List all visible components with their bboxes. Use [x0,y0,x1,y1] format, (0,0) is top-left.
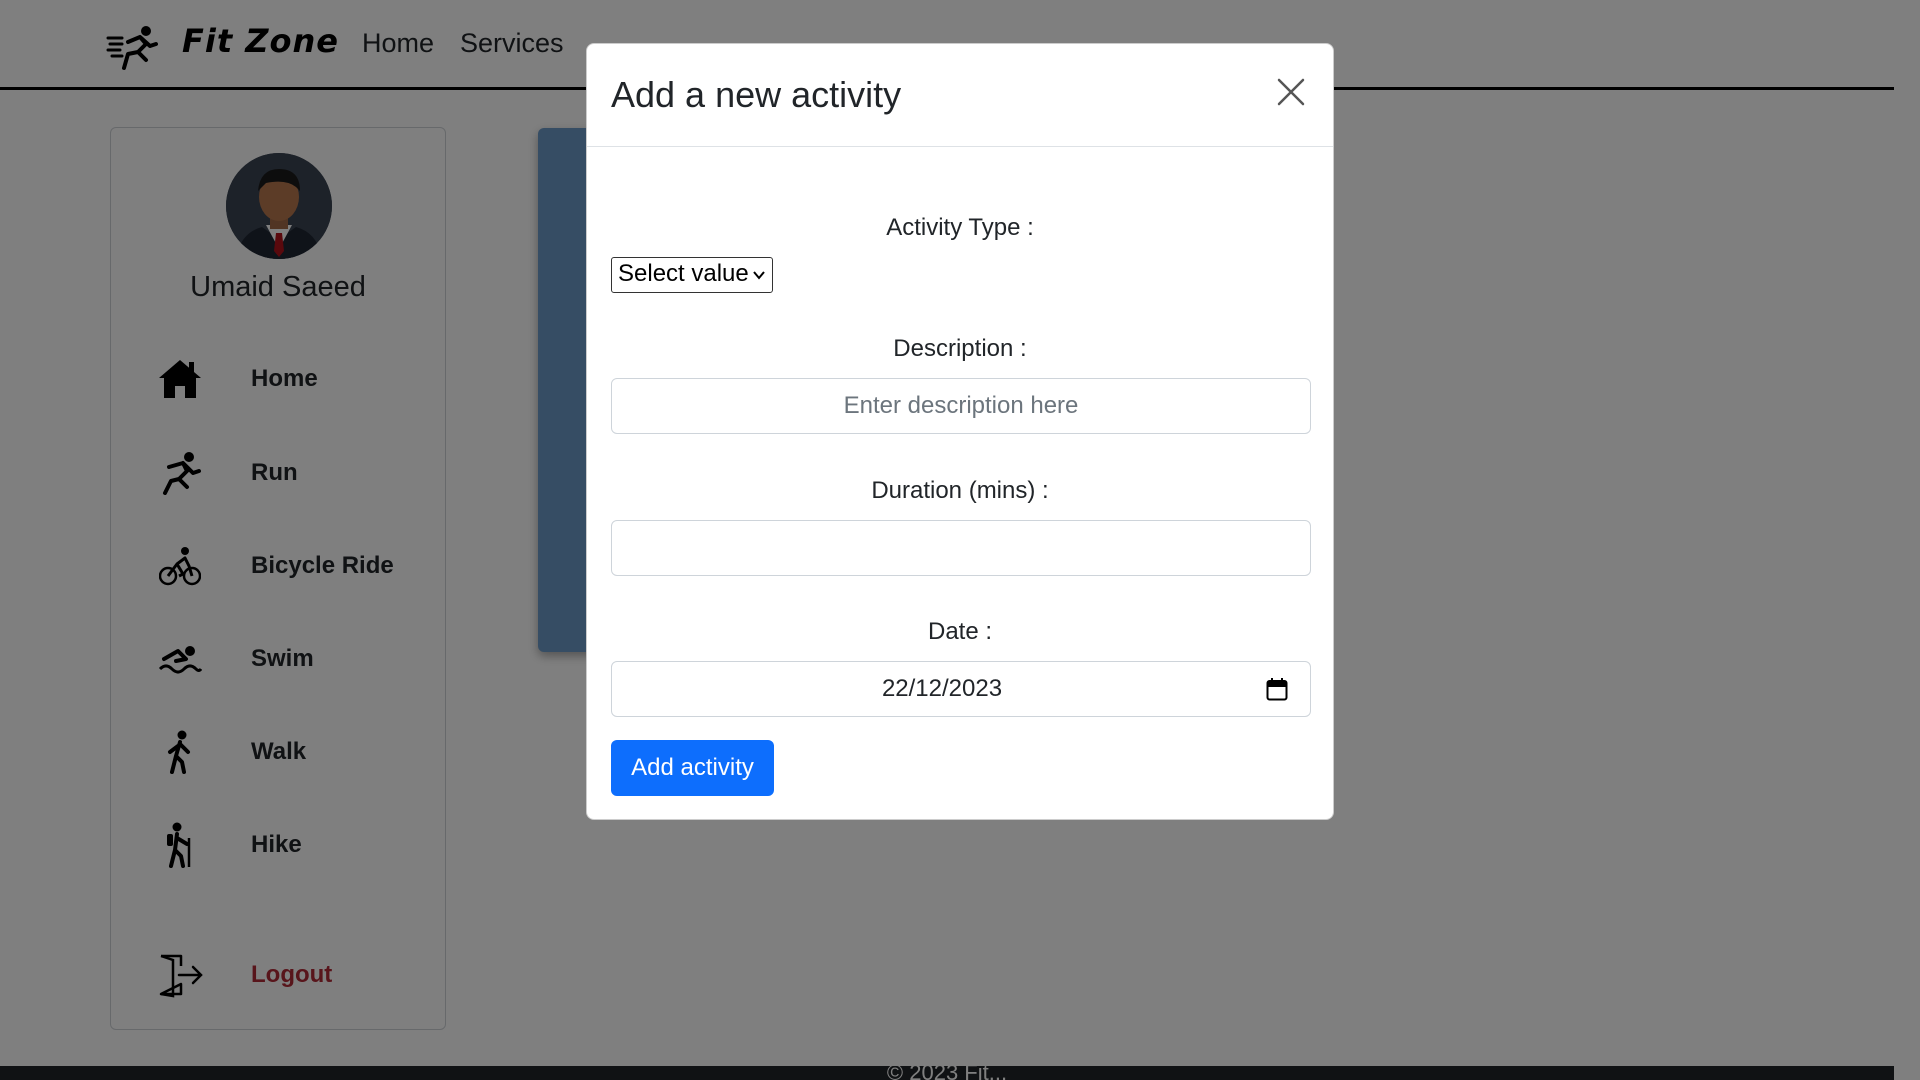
chevron-down-icon [753,271,765,280]
activity-type-selected: Select value [618,260,749,287]
close-button[interactable] [1275,76,1307,108]
modal-title: Add a new activity [611,74,902,115]
activity-type-label: Activity Type : [886,214,1034,241]
date-input[interactable]: 22/12/2023 [611,661,1311,717]
modal-header: Add a new activity [587,44,1333,147]
date-label: Date : [927,618,993,645]
description-label: Description : [893,335,1027,362]
close-icon [1277,78,1305,106]
add-activity-modal: Add a new activity Activity Type : Selec… [586,43,1334,820]
duration-label: Duration (mins) : [871,477,1049,504]
description-placeholder: Enter description here [843,392,1079,419]
calendar-icon[interactable] [1266,677,1288,701]
add-activity-button[interactable]: Add activity [611,740,774,796]
duration-input[interactable] [611,520,1311,576]
date-value: 22/12/2023 [881,675,1003,702]
description-input[interactable]: Enter description here [611,378,1311,434]
activity-type-select[interactable]: Select value [611,257,773,293]
